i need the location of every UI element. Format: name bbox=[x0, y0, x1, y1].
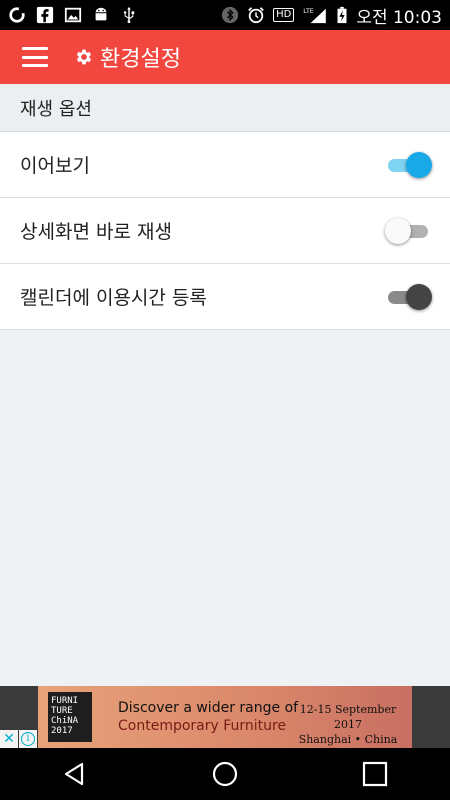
status-right-icons: HD LTE 오전 10:03 bbox=[221, 3, 442, 28]
ad-location: Shanghai • China bbox=[298, 733, 398, 746]
setting-row-calendar-register[interactable]: 캘린더에 이용시간 등록 bbox=[0, 264, 450, 330]
status-bar: HD LTE 오전 10:03 bbox=[0, 0, 450, 30]
toggle-thumb bbox=[406, 151, 432, 178]
ad-banner[interactable]: ✕ i FURNI TURE ChiNA 2017 Discover a wid… bbox=[0, 686, 450, 748]
bluetooth-icon bbox=[221, 6, 239, 24]
home-icon[interactable] bbox=[195, 748, 255, 800]
gear-icon bbox=[76, 49, 92, 65]
status-left-icons bbox=[8, 6, 138, 24]
hd-icon: HD bbox=[273, 8, 295, 22]
ad-right-panel bbox=[412, 686, 450, 748]
toggle-thumb bbox=[406, 283, 432, 310]
android-icon bbox=[92, 6, 110, 24]
ad-info-icon[interactable]: i bbox=[19, 730, 37, 748]
svg-text:LTE: LTE bbox=[304, 8, 314, 15]
ad-content[interactable]: FURNI TURE ChiNA 2017 Discover a wider r… bbox=[38, 686, 412, 748]
section-header-playback-options: 재생 옵션 bbox=[0, 84, 450, 132]
calendar-register-toggle[interactable] bbox=[386, 282, 432, 312]
settings-list: 이어보기 상세화면 바로 재생 캘린더에 이용시간 등록 bbox=[0, 132, 450, 330]
recents-icon[interactable] bbox=[345, 748, 405, 800]
setting-label: 상세화면 바로 재생 bbox=[20, 221, 172, 243]
opera-icon bbox=[8, 6, 26, 24]
toggle-thumb bbox=[385, 217, 411, 244]
setting-label: 캘린더에 이용시간 등록 bbox=[20, 287, 207, 309]
page-title: 환경설정 bbox=[100, 47, 181, 72]
image-icon bbox=[64, 6, 82, 24]
hamburger-menu-icon[interactable] bbox=[0, 30, 70, 84]
ad-logo: FURNI TURE ChiNA 2017 bbox=[48, 692, 92, 742]
app-title-group: 환경설정 bbox=[74, 41, 181, 73]
ad-dates: 12-15 September 2017 bbox=[299, 703, 397, 731]
ad-headline: Discover a wider range of bbox=[118, 700, 299, 716]
app-bar: 환경설정 bbox=[0, 30, 450, 84]
setting-row-resume-playback[interactable]: 이어보기 bbox=[0, 132, 450, 198]
usb-icon bbox=[120, 6, 138, 24]
lte-signal-icon: LTE bbox=[302, 6, 328, 24]
battery-charging-icon bbox=[336, 6, 348, 24]
setting-label: 이어보기 bbox=[20, 155, 90, 177]
status-time: 오전 10:03 bbox=[356, 7, 442, 28]
ad-date-info: 12-15 September 2017 Shanghai • China bbox=[292, 702, 404, 747]
autoplay-detail-toggle[interactable] bbox=[385, 216, 432, 246]
ad-close-icon[interactable]: ✕ bbox=[0, 730, 18, 748]
facebook-icon bbox=[36, 6, 54, 24]
ad-subline: Contemporary Furniture bbox=[118, 718, 287, 734]
setting-row-autoplay-detail[interactable]: 상세화면 바로 재생 bbox=[0, 198, 450, 264]
system-nav-bar bbox=[0, 748, 450, 800]
alarm-icon bbox=[247, 6, 265, 24]
back-icon[interactable] bbox=[45, 748, 105, 800]
resume-playback-toggle[interactable] bbox=[386, 150, 432, 180]
